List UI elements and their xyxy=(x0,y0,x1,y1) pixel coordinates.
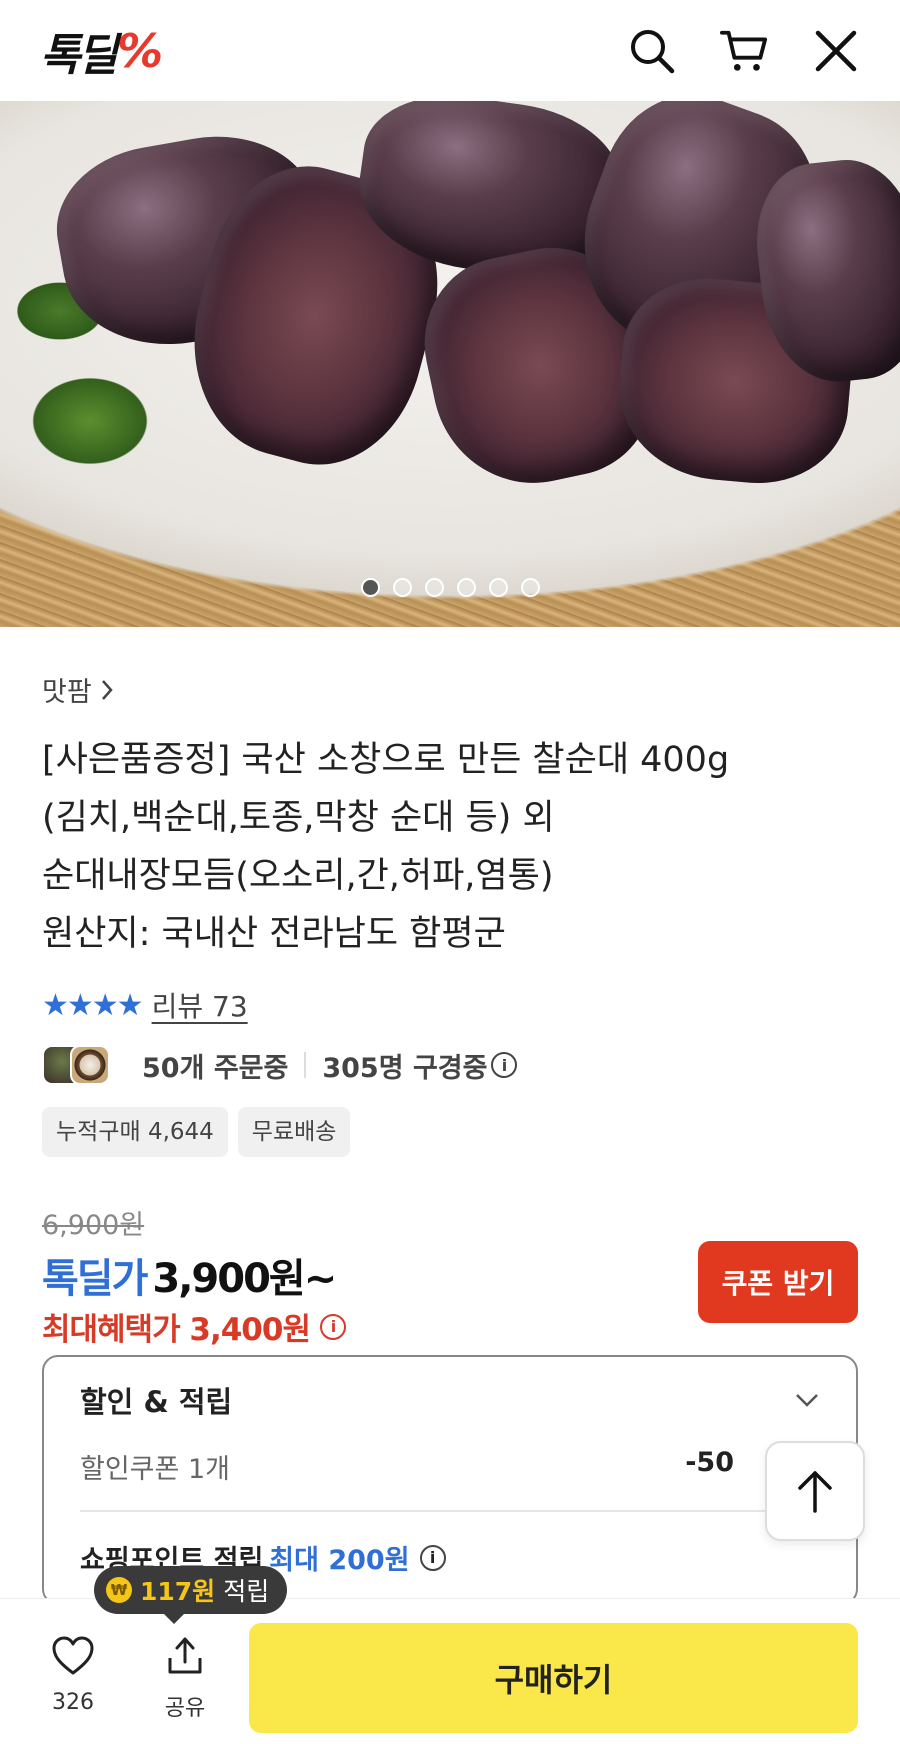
info-icon[interactable]: i xyxy=(491,1052,518,1078)
gallery-dot[interactable] xyxy=(520,578,540,597)
gallery-dot[interactable] xyxy=(488,578,508,597)
reward-points-tooltip: ₩ 117원 적립 xyxy=(94,1566,288,1624)
logo-text: 톡딜 xyxy=(40,29,118,81)
discount-panel-title: 할인 & 적립 xyxy=(80,1385,233,1419)
product-image-gallery[interactable] xyxy=(0,101,900,627)
gallery-dot[interactable] xyxy=(456,578,476,597)
deal-price: 3,900원~ xyxy=(152,1256,337,1302)
reward-amount: 117원 xyxy=(140,1577,216,1606)
gallery-dot[interactable] xyxy=(392,578,412,597)
shop-name: 맛팜 xyxy=(42,677,92,708)
like-button[interactable]: 326 xyxy=(40,1636,106,1715)
info-icon[interactable]: i xyxy=(419,1544,446,1571)
product-title: [사은품증정] 국산 소창으로 만든 찰순대 400g (김치,백순대,토종,막… xyxy=(42,731,858,963)
title-line: 순대내장모듬(오소리,간,허파,염통) xyxy=(42,856,554,896)
share-icon xyxy=(168,1637,202,1674)
discount-coupon-row: 할인쿠폰 1개 -50 xyxy=(80,1447,820,1486)
info-icon[interactable]: i xyxy=(319,1313,346,1340)
title-line: [사은품증정] 국산 소창으로 만든 찰순대 400g xyxy=(42,740,730,780)
top-header: 톡딜% xyxy=(0,0,900,101)
chevron-down-icon[interactable] xyxy=(794,1392,820,1408)
gallery-page-indicator[interactable] xyxy=(0,578,900,597)
free-shipping-badge: 무료배송 xyxy=(237,1107,351,1157)
ordering-count: 50개 주문중 xyxy=(142,1052,289,1084)
title-line: (김치,백순대,토종,막창 순대 등) 외 xyxy=(42,798,555,838)
discount-panel-header[interactable]: 할인 & 적립 xyxy=(80,1379,820,1421)
max-benefit-price: 최대혜택가 3,400원 xyxy=(42,1312,311,1348)
close-icon[interactable] xyxy=(812,27,860,75)
heart-icon xyxy=(52,1636,94,1675)
discount-coupon-amount: -50 xyxy=(685,1447,734,1478)
shop-link[interactable]: 맛팜 xyxy=(42,670,858,709)
divider xyxy=(80,1510,820,1512)
chevron-right-icon xyxy=(101,679,113,700)
like-count: 326 xyxy=(52,1690,94,1715)
gallery-dot[interactable] xyxy=(360,578,380,597)
avatar xyxy=(70,1045,110,1085)
logo-percent-mark: % xyxy=(116,23,163,78)
share-label: 공유 xyxy=(164,1696,206,1721)
arrow-up-icon xyxy=(798,1471,832,1513)
cumulative-purchase-badge: 누적구매 4,644 xyxy=(42,1107,228,1157)
deal-price-label: 톡딜가 xyxy=(42,1256,148,1302)
coin-icon: ₩ xyxy=(106,1577,132,1603)
divider xyxy=(304,1052,307,1078)
badge-row: 누적구매 4,644 무료배송 xyxy=(42,1107,858,1157)
star-rating-icon: ★★★★ xyxy=(42,987,144,1023)
search-icon[interactable] xyxy=(628,27,676,75)
original-price: 6,900원 xyxy=(42,1210,145,1241)
cart-icon[interactable] xyxy=(720,27,768,75)
talkdeal-logo[interactable]: 톡딜% xyxy=(40,19,163,83)
scroll-to-top-button[interactable] xyxy=(765,1441,865,1541)
rating-row: ★★★★ 리뷰 73 xyxy=(42,985,858,1025)
discount-coupon-label: 할인쿠폰 1개 xyxy=(80,1454,230,1485)
browsing-count: 305명 구경중 xyxy=(322,1052,488,1084)
share-button[interactable]: 공유 xyxy=(152,1636,218,1722)
title-line: 원산지: 국내산 전라남도 함평군 xyxy=(42,914,506,954)
activity-stats: 50개 주문중 305명 구경중 i xyxy=(42,1045,858,1085)
buy-button[interactable]: 구매하기 xyxy=(249,1623,858,1733)
reward-suffix: 적립 xyxy=(223,1577,270,1606)
shopping-point-value: 최대 200원 xyxy=(269,1545,410,1576)
get-coupon-button[interactable]: 쿠폰 받기 xyxy=(698,1241,858,1323)
gallery-dot[interactable] xyxy=(424,578,444,597)
review-link[interactable]: 리뷰 73 xyxy=(152,985,248,1025)
buyer-avatars xyxy=(42,1045,110,1085)
